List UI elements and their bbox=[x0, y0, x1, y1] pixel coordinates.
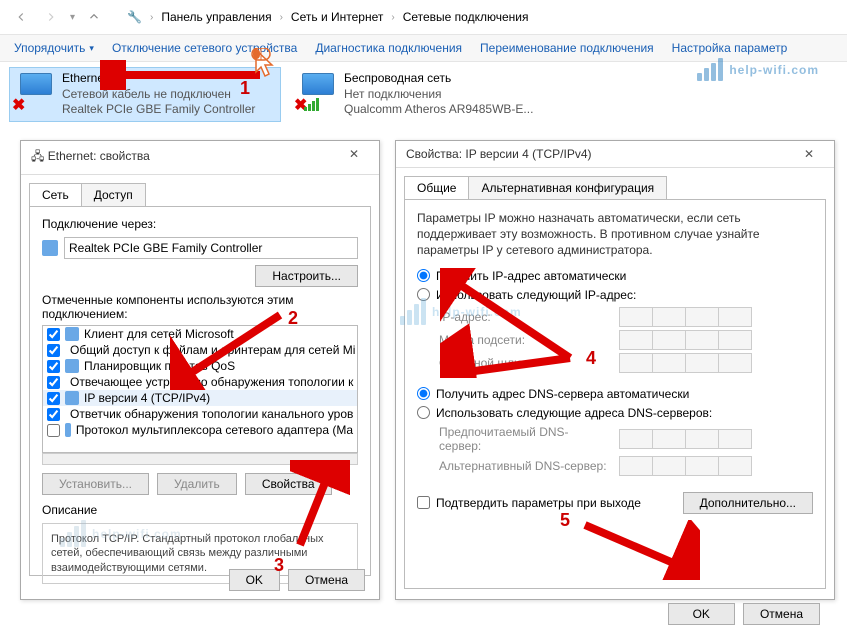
tab-access[interactable]: Доступ bbox=[81, 183, 146, 206]
radio-ip-auto[interactable] bbox=[417, 269, 430, 282]
toolbar: Упорядочить Отключение сетевого устройст… bbox=[0, 35, 847, 62]
crumb-root[interactable]: Панель управления bbox=[161, 10, 271, 24]
nav-back-icon[interactable] bbox=[10, 6, 32, 28]
tab-general[interactable]: Общие bbox=[404, 176, 469, 199]
ipv4-properties-dialog: Свойства: IP версии 4 (TCP/IPv4) ✕ Общие… bbox=[395, 140, 835, 600]
ok-button[interactable]: OK bbox=[668, 603, 735, 625]
organize-menu[interactable]: Упорядочить bbox=[14, 41, 94, 55]
connection-wifi[interactable]: ✖ Беспроводная сеть Нет подключения Qual… bbox=[292, 68, 562, 121]
list-item: Планировщик пакетов QoS bbox=[43, 358, 357, 374]
connect-via-label: Подключение через: bbox=[42, 217, 358, 231]
diagnose-link[interactable]: Диагностика подключения bbox=[315, 41, 462, 55]
nav-up-icon[interactable] bbox=[83, 6, 105, 28]
dns-alt-label: Альтернативный DNS-сервер: bbox=[439, 459, 609, 473]
breadcrumb-bar: ▾ 🔧 › Панель управления › Сеть и Интерне… bbox=[0, 0, 847, 35]
cancel-button[interactable]: Отмена bbox=[743, 603, 820, 625]
ethernet-properties-dialog: 🖧 Ethernet: свойства ✕ Сеть Доступ Подкл… bbox=[20, 140, 380, 600]
conn-status: Сетевой кабель не подключен bbox=[62, 87, 255, 103]
ethernet-icon: ✖ bbox=[16, 71, 56, 111]
ip-addr-field bbox=[619, 307, 752, 327]
conn-title: Беспроводная сеть bbox=[344, 71, 533, 87]
mask-label: Маска подсети: bbox=[439, 333, 609, 347]
install-button[interactable]: Установить... bbox=[42, 473, 149, 495]
wifi-icon: ✖ bbox=[298, 71, 338, 111]
radio-ip-manual[interactable] bbox=[417, 288, 430, 301]
mask-field bbox=[619, 330, 752, 350]
ok-button[interactable]: OK bbox=[229, 569, 280, 591]
chevron-down-icon[interactable]: ▾ bbox=[70, 12, 75, 23]
list-item: Отвечающее устройство обнаружения тополо… bbox=[43, 374, 357, 390]
description-heading: Описание bbox=[42, 503, 358, 517]
gateway-field bbox=[619, 353, 752, 373]
conn-device: Qualcomm Atheros AR9485WB-E... bbox=[344, 102, 533, 118]
list-item: Клиент для сетей Microsoft bbox=[43, 326, 357, 342]
dns-pref-label: Предпочитаемый DNS-сервер: bbox=[439, 425, 609, 453]
crumb-l2[interactable]: Сетевые подключения bbox=[403, 10, 529, 24]
conn-device: Realtek PCIe GBE Family Controller bbox=[62, 102, 255, 118]
configure-button[interactable]: Настроить... bbox=[255, 265, 358, 287]
close-button[interactable]: ✕ bbox=[339, 147, 369, 168]
connections-area: ✖ Ethernet Сетевой кабель не подключен R… bbox=[0, 62, 847, 131]
list-item: Протокол мультиплексора сетевого адаптер… bbox=[43, 422, 357, 438]
dns-alt-field bbox=[619, 456, 752, 476]
tab-network[interactable]: Сеть bbox=[29, 183, 82, 206]
disable-device-link[interactable]: Отключение сетевого устройства bbox=[112, 41, 297, 55]
list-item: Общий доступ к файлам и принтерам для се… bbox=[43, 342, 357, 358]
dialog-title: Свойства: IP версии 4 (TCP/IPv4) bbox=[406, 147, 592, 161]
dns-pref-field bbox=[619, 429, 752, 449]
components-label: Отмеченные компоненты используются этим … bbox=[42, 293, 358, 321]
list-item: IP версии 4 (TCP/IPv4) bbox=[43, 390, 357, 406]
control-panel-icon: 🔧 bbox=[127, 10, 142, 24]
radio-dns-manual[interactable] bbox=[417, 406, 430, 419]
gateway-label: Основной шлюз: bbox=[439, 356, 609, 370]
confirm-on-exit-checkbox[interactable] bbox=[417, 496, 430, 509]
close-button[interactable]: ✕ bbox=[794, 147, 824, 161]
cancel-button[interactable]: Отмена bbox=[288, 569, 365, 591]
dialog-title: 🖧 Ethernet: свойства bbox=[31, 147, 150, 168]
connection-ethernet[interactable]: ✖ Ethernet Сетевой кабель не подключен R… bbox=[10, 68, 280, 121]
components-list[interactable]: Клиент для сетей Microsoft Общий доступ … bbox=[42, 325, 358, 453]
scrollbar[interactable] bbox=[42, 453, 358, 465]
conn-title: Ethernet bbox=[62, 71, 255, 87]
remove-button[interactable]: Удалить bbox=[157, 473, 237, 495]
tab-alt-config[interactable]: Альтернативная конфигурация bbox=[468, 176, 667, 199]
conn-status: Нет подключения bbox=[344, 87, 533, 103]
ip-addr-label: IP-адрес: bbox=[439, 310, 609, 324]
nav-fwd-icon[interactable] bbox=[40, 6, 62, 28]
properties-button[interactable]: Свойства bbox=[245, 473, 332, 495]
adapter-field[interactable] bbox=[64, 237, 358, 259]
adapter-props-icon: 🖧 bbox=[31, 149, 44, 163]
list-item: Ответчик обнаружения топологии канальног… bbox=[43, 406, 357, 422]
crumb-l1[interactable]: Сеть и Интернет bbox=[291, 10, 383, 24]
radio-dns-auto[interactable] bbox=[417, 387, 430, 400]
info-text: Параметры IP можно назначать автоматичес… bbox=[417, 210, 813, 259]
adapter-icon bbox=[42, 240, 58, 256]
advanced-button[interactable]: Дополнительно... bbox=[683, 492, 813, 514]
rename-link[interactable]: Переименование подключения bbox=[480, 41, 654, 55]
settings-link[interactable]: Настройка параметр bbox=[672, 41, 788, 55]
